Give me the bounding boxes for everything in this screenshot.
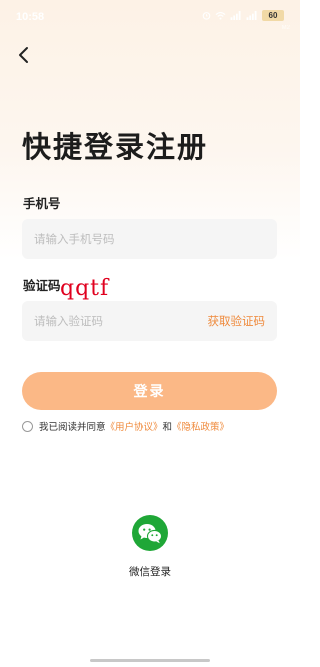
status-bar: 10:58 60 M2 [0,0,300,31]
signal-icon [230,11,241,20]
phone-label: 手机号 [23,196,61,211]
privacy-policy-link[interactable]: 《隐私政策》 [172,419,229,433]
wechat-icon [132,515,168,551]
phone-field[interactable] [22,219,277,259]
code-field[interactable]: 获取验证码 [22,301,277,341]
agree-checkbox[interactable] [22,420,33,432]
code-label: 验证码 [23,278,61,293]
page-title: 快捷登录注册 [22,130,209,164]
user-agreement-link[interactable]: 《用户协议》 [106,419,163,433]
battery-icon: 60 [262,10,284,21]
wechat-login-label: 微信登录 [129,566,171,578]
signal-icon-2 [246,11,257,20]
wifi-icon [215,11,226,20]
captcha-text: qqtf [60,276,110,301]
get-code-button[interactable]: 获取验证码 [208,313,266,329]
back-button[interactable] [12,44,34,66]
status-time: 10:58 [16,11,45,23]
status-icons: 60 [202,10,284,21]
agreement-conjunction: 和 [162,422,173,433]
code-input[interactable] [34,301,194,341]
chevron-left-icon [19,47,28,63]
wechat-login-button[interactable]: 微信登录 [120,515,180,579]
agreement-row: 我已阅读并同意 《用户协议》 和 《隐私政策》 [22,419,229,433]
alarm-icon [202,12,211,20]
status-sub-label: M2 [281,25,290,31]
home-indicator[interactable] [90,659,210,662]
phone-input[interactable] [34,219,264,259]
login-button[interactable]: 登录 [22,372,277,410]
battery-level: 60 [268,11,278,20]
login-page: 10:58 60 M2 快捷登录注册 手机号 请输入手机号码 验证码 qqtf … [0,0,300,667]
agreement-prefix: 我已阅读并同意 [39,422,106,433]
